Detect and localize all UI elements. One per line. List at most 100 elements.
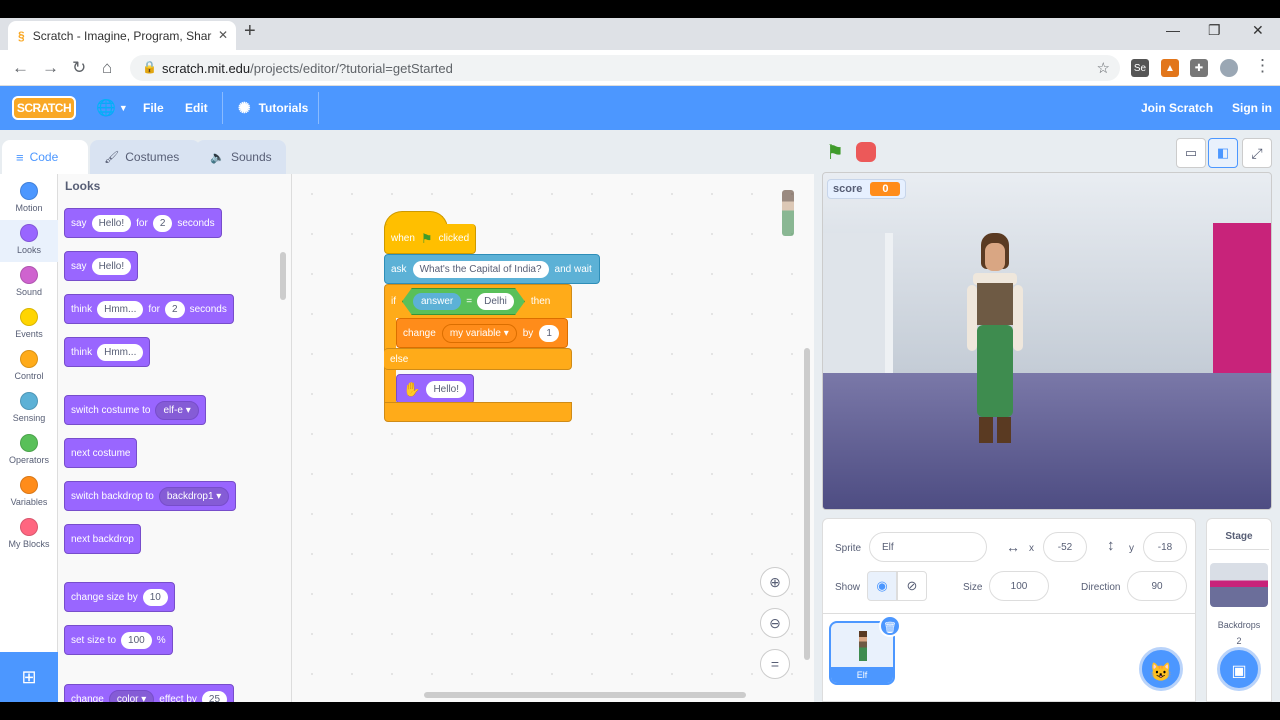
show-visible-button[interactable]: ◉ [867,571,897,601]
browser-menu-icon[interactable]: ⋮ [1254,56,1271,76]
sensing-dot-icon [20,392,38,410]
fullscreen-icon[interactable]: ⤢ [1242,138,1272,168]
extensions-puzzle-icon[interactable]: ✚ [1190,59,1208,77]
next-backdrop-block[interactable]: next backdrop [64,524,141,554]
category-menu: Motion Looks Sound Events Control Sensin… [0,174,58,652]
code-icon: ≡ [16,149,24,165]
change-size-block[interactable]: change size by 10 [64,582,175,612]
reload-icon[interactable]: ↻ [72,58,86,78]
eye-slash-icon: ⊘ [906,578,918,593]
stage-title: Stage [1225,531,1253,542]
equals-operator-block[interactable]: answer = Delhi [402,288,525,315]
answer-reporter[interactable]: answer [413,293,462,310]
sprite-info-pane: Sprite Elf ↔ x -52 ↕ y -18 Show ◉ ⊘ Size… [822,518,1196,702]
category-variables[interactable]: Variables [0,472,58,514]
switch-costume-block[interactable]: switch costume to elf-e ▾ [64,395,206,425]
zoom-in-button[interactable]: ⊕ [760,567,790,597]
palette-scrollbar[interactable] [280,252,286,300]
x-position-input[interactable]: -52 [1043,532,1087,562]
think-block[interactable]: think Hmm... [64,337,151,367]
zoom-reset-icon: = [770,656,780,672]
zoom-out-button[interactable]: ⊖ [760,608,790,638]
set-size-block[interactable]: set size to 100% [64,625,173,655]
file-menu[interactable]: File [143,86,164,130]
change-variable-block[interactable]: change my variable ▾ by 1 [396,318,568,348]
scratch-logo[interactable]: SCRATCH [12,96,76,120]
category-events[interactable]: Events [0,304,58,346]
workspace-horizontal-scrollbar[interactable] [424,692,746,698]
home-icon[interactable]: ⌂ [102,58,112,78]
join-scratch-link[interactable]: Join Scratch [1141,86,1213,130]
say-block[interactable]: say Hello! [64,251,139,281]
category-motion[interactable]: Motion [0,178,58,220]
speaker-icon: 🔈 [210,150,225,164]
stop-sign-icon[interactable] [856,142,876,162]
backdrop-thumbnail-image[interactable] [1210,563,1268,607]
direction-label: Direction [1081,582,1121,593]
choose-backdrop-icon[interactable]: ▣ [1217,647,1261,691]
forward-arrow-icon[interactable]: → [42,58,59,78]
workspace-vertical-scrollbar[interactable] [804,348,810,660]
edit-menu[interactable]: Edit [185,86,208,130]
new-tab-button[interactable]: + [244,20,256,43]
normal-stage-button[interactable]: ◧ [1208,138,1238,168]
tab-sounds[interactable]: 🔈 Sounds [196,140,286,174]
back-arrow-icon[interactable]: ← [12,58,29,78]
direction-input[interactable]: 90 [1127,571,1187,601]
category-sound[interactable]: Sound [0,262,58,304]
minimize-button[interactable]: — [1166,22,1180,38]
add-extension-button[interactable]: ⊞ [0,652,58,702]
script-workspace[interactable]: when ⚑ clicked ask What's the Capital of In… [292,174,814,702]
selenium-extension-icon[interactable]: Se [1131,59,1149,77]
bookmark-star-icon[interactable]: ☆ [1097,59,1110,77]
elf-sprite-image[interactable] [967,233,1023,483]
tutorials-button[interactable]: ✺ Tutorials [238,86,308,130]
if-else-block[interactable]: if answer = Delhi then [384,284,572,318]
think-for-seconds-block[interactable]: think Hmm... for 2 seconds [64,294,234,324]
say-for-seconds-block[interactable]: say Hello! for 2 seconds [64,208,222,238]
ask-and-wait-block[interactable]: ask What's the Capital of India? and wait [384,254,600,284]
tab-code[interactable]: ≡ Code [2,140,88,174]
category-sensing[interactable]: Sensing [0,388,58,430]
next-costume-block[interactable]: next costume [64,438,138,468]
browser-tab[interactable]: § Scratch - Imagine, Program, Shar ✕ [8,21,236,50]
monitor-value: 0 [870,182,901,196]
category-looks[interactable]: Looks [0,220,58,262]
when-flag-clicked-block[interactable]: when ⚑ clicked [384,224,476,254]
if-else-bottom [384,402,572,422]
y-position-input[interactable]: -18 [1143,532,1187,562]
choose-sprite-icon[interactable]: 😺 [1139,647,1183,691]
window-close-button[interactable]: ✕ [1252,22,1264,39]
category-my-blocks[interactable]: My Blocks [0,514,58,556]
show-hidden-button[interactable]: ⊘ [897,571,927,601]
delete-sprite-icon[interactable]: 🗑 [879,615,901,637]
sign-in-link[interactable]: Sign in [1232,86,1272,130]
sprite-thumbnail-name: Elf [831,667,893,683]
green-flag-icon[interactable]: ⚑ [826,140,844,165]
url-input[interactable]: 🔒 scratch.mit.edu/projects/editor/?tutor… [130,55,1120,81]
language-globe-icon[interactable]: 🌐 ▼ [96,86,128,130]
menu-divider [318,92,319,124]
close-tab-icon[interactable]: ✕ [218,28,228,42]
category-control[interactable]: Control [0,346,58,388]
vertical-arrows-icon: ↕ [1107,537,1115,554]
tab-costumes[interactable]: 🖌 Costumes [90,140,200,174]
change-effect-block[interactable]: change color ▾ effect by 25 [64,684,235,702]
size-input[interactable]: 100 [989,571,1049,601]
small-stage-button[interactable]: ▭ [1176,138,1206,168]
sprite-name-input[interactable]: Elf [869,532,987,562]
score-monitor[interactable]: score 0 [827,179,907,199]
maximize-button[interactable]: ❐ [1208,22,1221,39]
stage-selector-pane: Stage Backdrops 2 ▣ [1206,518,1272,702]
stage-canvas[interactable]: score 0 [822,172,1272,510]
hallway-floor-image [823,373,1271,509]
profile-avatar[interactable] [1220,59,1238,77]
url-host: scratch.mit.edu [162,60,251,76]
grab-hand-icon: ✋ [403,380,421,397]
zoom-reset-button[interactable]: = [760,649,790,679]
say-hello-block[interactable]: ✋ Hello! [396,374,474,404]
metamask-extension-icon[interactable]: ▲ [1161,59,1179,77]
switch-backdrop-block[interactable]: switch backdrop to backdrop1 ▾ [64,481,237,511]
looks-dot-icon [20,224,38,242]
category-operators[interactable]: Operators [0,430,58,472]
